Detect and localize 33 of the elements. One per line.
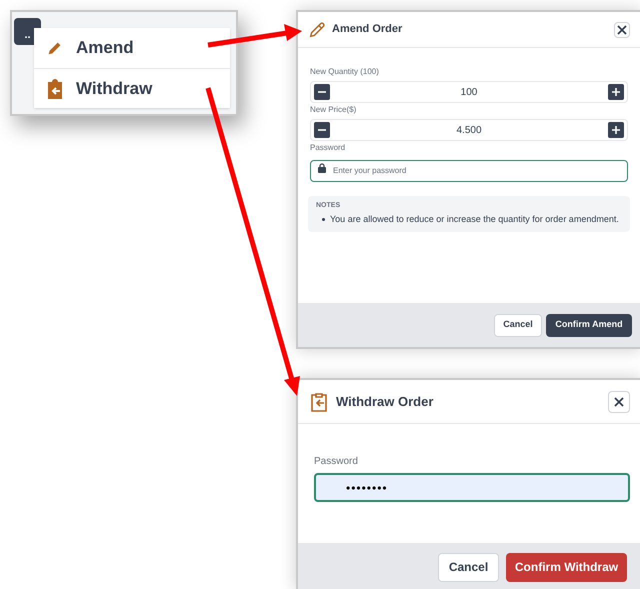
confirm-button[interactable]: Confirm Withdraw	[506, 552, 627, 582]
plus-icon	[612, 126, 620, 134]
increment-button[interactable]	[608, 122, 624, 138]
stepper-field[interactable]: 4.500	[310, 119, 628, 141]
decrement-button[interactable]	[314, 84, 330, 100]
lock-icon	[318, 163, 326, 173]
cancel-button[interactable]: Cancel	[438, 552, 499, 582]
dialog-title: Withdraw Order	[336, 392, 434, 411]
bullet-icon	[322, 218, 325, 222]
field-label: New Price($)	[310, 104, 358, 116]
plus-icon	[612, 88, 620, 96]
decrement-button[interactable]	[314, 122, 330, 138]
close-icon	[614, 396, 624, 406]
password-field[interactable]: Enter your password	[310, 160, 628, 182]
field-label: New Quantity (100)	[310, 66, 380, 78]
minus-icon	[318, 88, 326, 96]
clipboard-icon	[46, 78, 64, 98]
close-icon	[617, 24, 627, 34]
cancel-button[interactable]: Cancel	[494, 314, 542, 336]
clipboard-icon	[310, 392, 328, 412]
menu-item[interactable]: Withdraw	[34, 68, 230, 108]
password-field[interactable]: ••••••••	[314, 473, 630, 502]
field-label: Password	[310, 142, 346, 154]
dialog-title: Amend Order	[332, 22, 402, 38]
stepper-field[interactable]: 100	[310, 81, 628, 103]
field-label: Password	[314, 455, 359, 469]
close-button[interactable]	[608, 390, 630, 412]
note-text: You are allowed to reduce or increase the quantity for order amendment.	[330, 213, 619, 226]
increment-button[interactable]	[608, 84, 624, 100]
close-button[interactable]	[614, 22, 630, 38]
minus-icon	[318, 126, 326, 134]
pencil-icon	[308, 20, 326, 38]
confirm-button[interactable]: Confirm Amend	[546, 314, 632, 336]
